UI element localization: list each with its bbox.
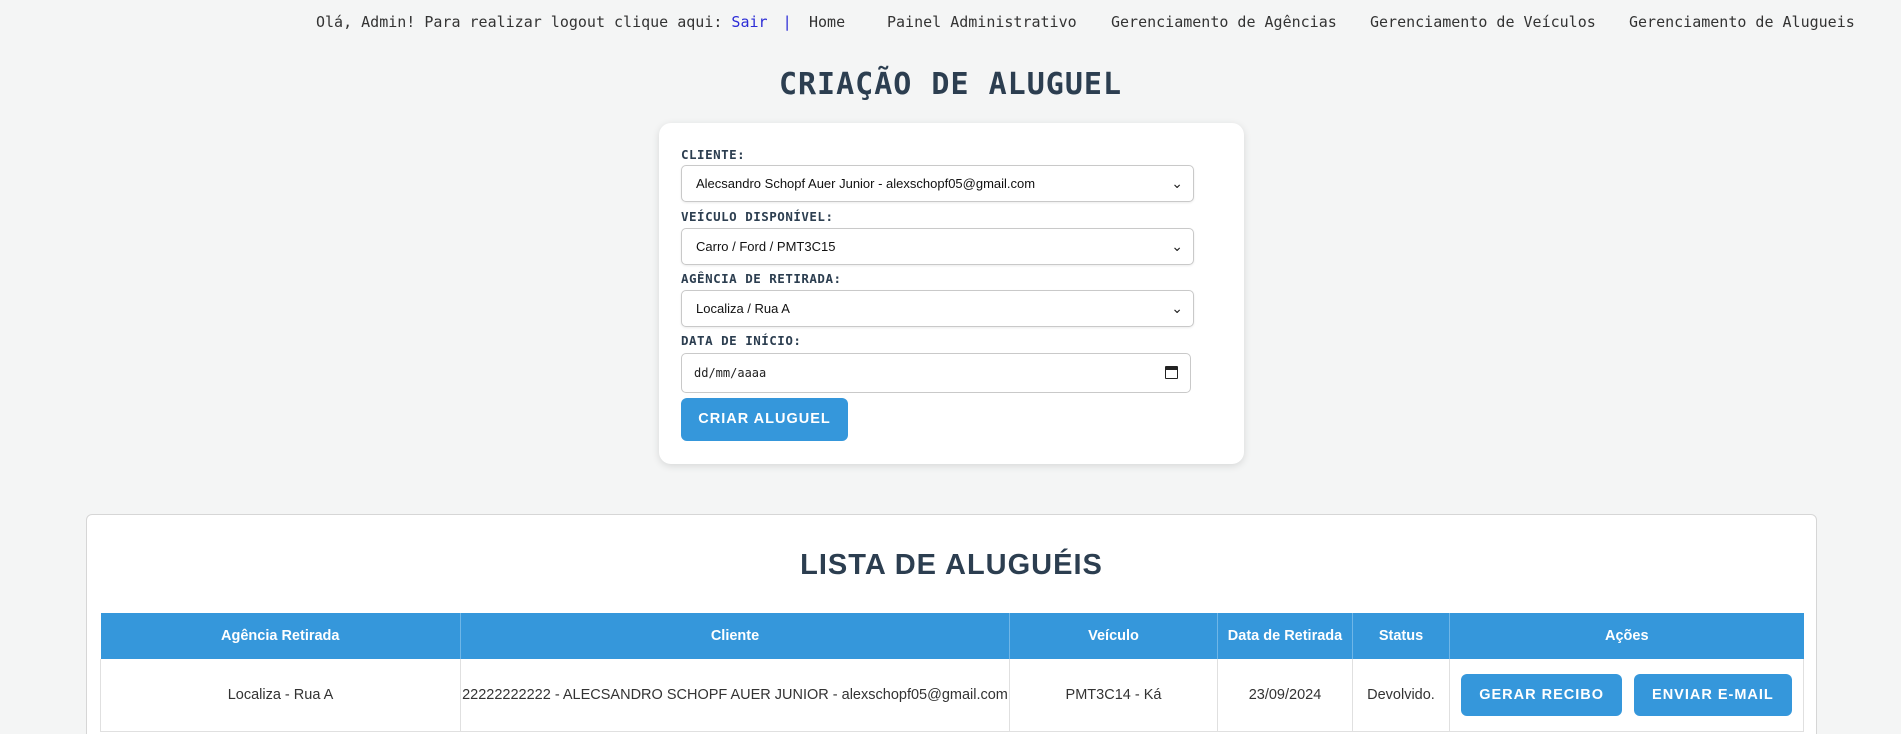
vehicle-label: VEÍCULO DISPONÍVEL: [681, 209, 834, 224]
vehicle-select-value: Carro / Ford / PMT3C15 [696, 239, 836, 254]
top-nav: Olá, Admin! Para realizar logout clique … [0, 13, 1901, 35]
table-row: Localiza - Rua A 22222222222 - ALECSANDR… [100, 659, 1804, 732]
cell-status: Devolvido. [1352, 659, 1450, 732]
chevron-down-icon: ⌄ [1171, 300, 1183, 316]
nav-link-rentals[interactable]: Gerenciamento de Alugueis [1629, 13, 1855, 31]
rental-list: LISTA DE ALUGUÉIS Agência Retirada Clien… [86, 514, 1817, 734]
cell-client: 22222222222 - ALECSANDRO SCHOPF AUER JUN… [460, 659, 1010, 732]
cell-agency: Localiza - Rua A [100, 659, 461, 732]
client-label: CLIENTE: [681, 147, 746, 162]
nav-link-home[interactable]: Home [809, 13, 845, 31]
list-title: LISTA DE ALUGUÉIS [800, 549, 1103, 581]
header-agency: Agência Retirada [100, 613, 461, 659]
page-title: CRIAÇÃO DE ALUGUEL [778, 67, 1123, 102]
nav-link-agencies[interactable]: Gerenciamento de Agências [1111, 13, 1337, 31]
header-date: Data de Retirada [1217, 613, 1353, 659]
client-select[interactable]: Alecsandro Schopf Auer Junior - alexscho… [681, 165, 1194, 202]
client-select-value: Alecsandro Schopf Auer Junior - alexscho… [696, 176, 1036, 191]
header-client: Cliente [460, 613, 1010, 659]
create-rental-button[interactable]: CRIAR ALUGUEL [681, 398, 848, 441]
start-date-placeholder: dd/mm/aaaa [694, 366, 767, 380]
nav-separator: | [782, 13, 792, 31]
header-actions: Ações [1449, 613, 1804, 659]
greeting: Olá, Admin! Para realizar logout clique … [316, 13, 792, 31]
agency-select[interactable]: Localiza / Rua A ⌄ [681, 290, 1194, 327]
chevron-down-icon: ⌄ [1171, 238, 1183, 254]
cell-actions: GERAR RECIBO ENVIAR E-MAIL [1449, 659, 1804, 732]
chevron-down-icon: ⌄ [1171, 175, 1183, 191]
start-date-label: DATA DE INÍCIO: [681, 333, 802, 348]
cell-vehicle: PMT3C14 - Ká [1009, 659, 1218, 732]
agency-label: AGÊNCIA DE RETIRADA: [681, 271, 842, 286]
nav-link-vehicles[interactable]: Gerenciamento de Veículos [1370, 13, 1596, 31]
send-email-button[interactable]: ENVIAR E-MAIL [1634, 673, 1792, 716]
calendar-icon[interactable] [1165, 366, 1178, 379]
start-date-input[interactable]: dd/mm/aaaa [681, 353, 1191, 393]
nav-link-admin-panel[interactable]: Painel Administrativo [887, 13, 1077, 31]
vehicle-select[interactable]: Carro / Ford / PMT3C15 ⌄ [681, 228, 1194, 265]
rental-form: CLIENTE: Alecsandro Schopf Auer Junior -… [659, 123, 1244, 464]
agency-select-value: Localiza / Rua A [696, 301, 790, 316]
table-header-row: Agência Retirada Cliente Veículo Data de… [100, 613, 1804, 659]
header-vehicle: Veículo [1009, 613, 1218, 659]
generate-receipt-button[interactable]: GERAR RECIBO [1461, 673, 1622, 716]
header-status: Status [1352, 613, 1450, 659]
logout-link[interactable]: Sair [731, 13, 767, 31]
cell-date: 23/09/2024 [1217, 659, 1353, 732]
greeting-text: Olá, Admin! Para realizar logout clique … [316, 13, 723, 31]
rentals-table: Agência Retirada Cliente Veículo Data de… [100, 613, 1804, 732]
